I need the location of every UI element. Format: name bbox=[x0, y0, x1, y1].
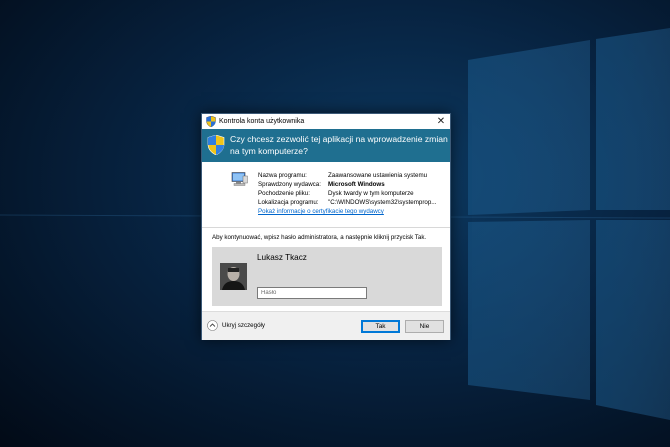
uac-shield-icon bbox=[207, 135, 225, 155]
question-text: Czy chcesz zezwolić tej aplikacji na wpr… bbox=[230, 134, 448, 156]
credential-panel: Lukasz Tkacz bbox=[212, 247, 442, 306]
question-banner: Czy chcesz zezwolić tej aplikacji na wpr… bbox=[202, 129, 450, 162]
title-bar: Kontrola konta użytkownika ✕ bbox=[202, 114, 450, 129]
user-name: Lukasz Tkacz bbox=[257, 253, 307, 262]
program-details: Nazwa programu: Zaawansowane ustawienia s… bbox=[202, 162, 450, 227]
dialog-title: Kontrola konta użytkownika bbox=[219, 118, 305, 125]
close-icon[interactable]: ✕ bbox=[434, 114, 448, 129]
detail-row-program-location: Lokalizacja programu: "C:\WINDOWS\system3… bbox=[258, 199, 437, 206]
uac-shield-icon bbox=[206, 116, 216, 127]
divider bbox=[202, 227, 450, 228]
yes-button[interactable]: Tak bbox=[361, 320, 400, 333]
uac-dialog: Kontrola konta użytkownika ✕ Czy chcesz … bbox=[201, 113, 451, 340]
user-avatar bbox=[220, 263, 247, 290]
computer-icon bbox=[231, 172, 248, 186]
dialog-footer: Ukryj szczegóły Tak Nie bbox=[202, 311, 450, 340]
no-button[interactable]: Nie bbox=[405, 320, 444, 333]
detail-row-publisher: Sprawdzony wydawca: Microsoft Windows bbox=[258, 181, 385, 188]
password-field[interactable] bbox=[257, 287, 367, 299]
instruction-text: Aby kontynuować, wpisz hasło administrat… bbox=[212, 234, 427, 241]
detail-row-file-origin: Pochodzenie pliku: Dysk twardy w tym komp… bbox=[258, 190, 414, 197]
chevron-up-icon bbox=[207, 320, 218, 331]
detail-row-program-name: Nazwa programu: Zaawansowane ustawienia s… bbox=[258, 172, 428, 179]
certificate-info-link[interactable]: Pokaż informacje o certyfikacie tego wyd… bbox=[258, 208, 384, 215]
hide-details-label: Ukryj szczegóły bbox=[222, 322, 265, 329]
